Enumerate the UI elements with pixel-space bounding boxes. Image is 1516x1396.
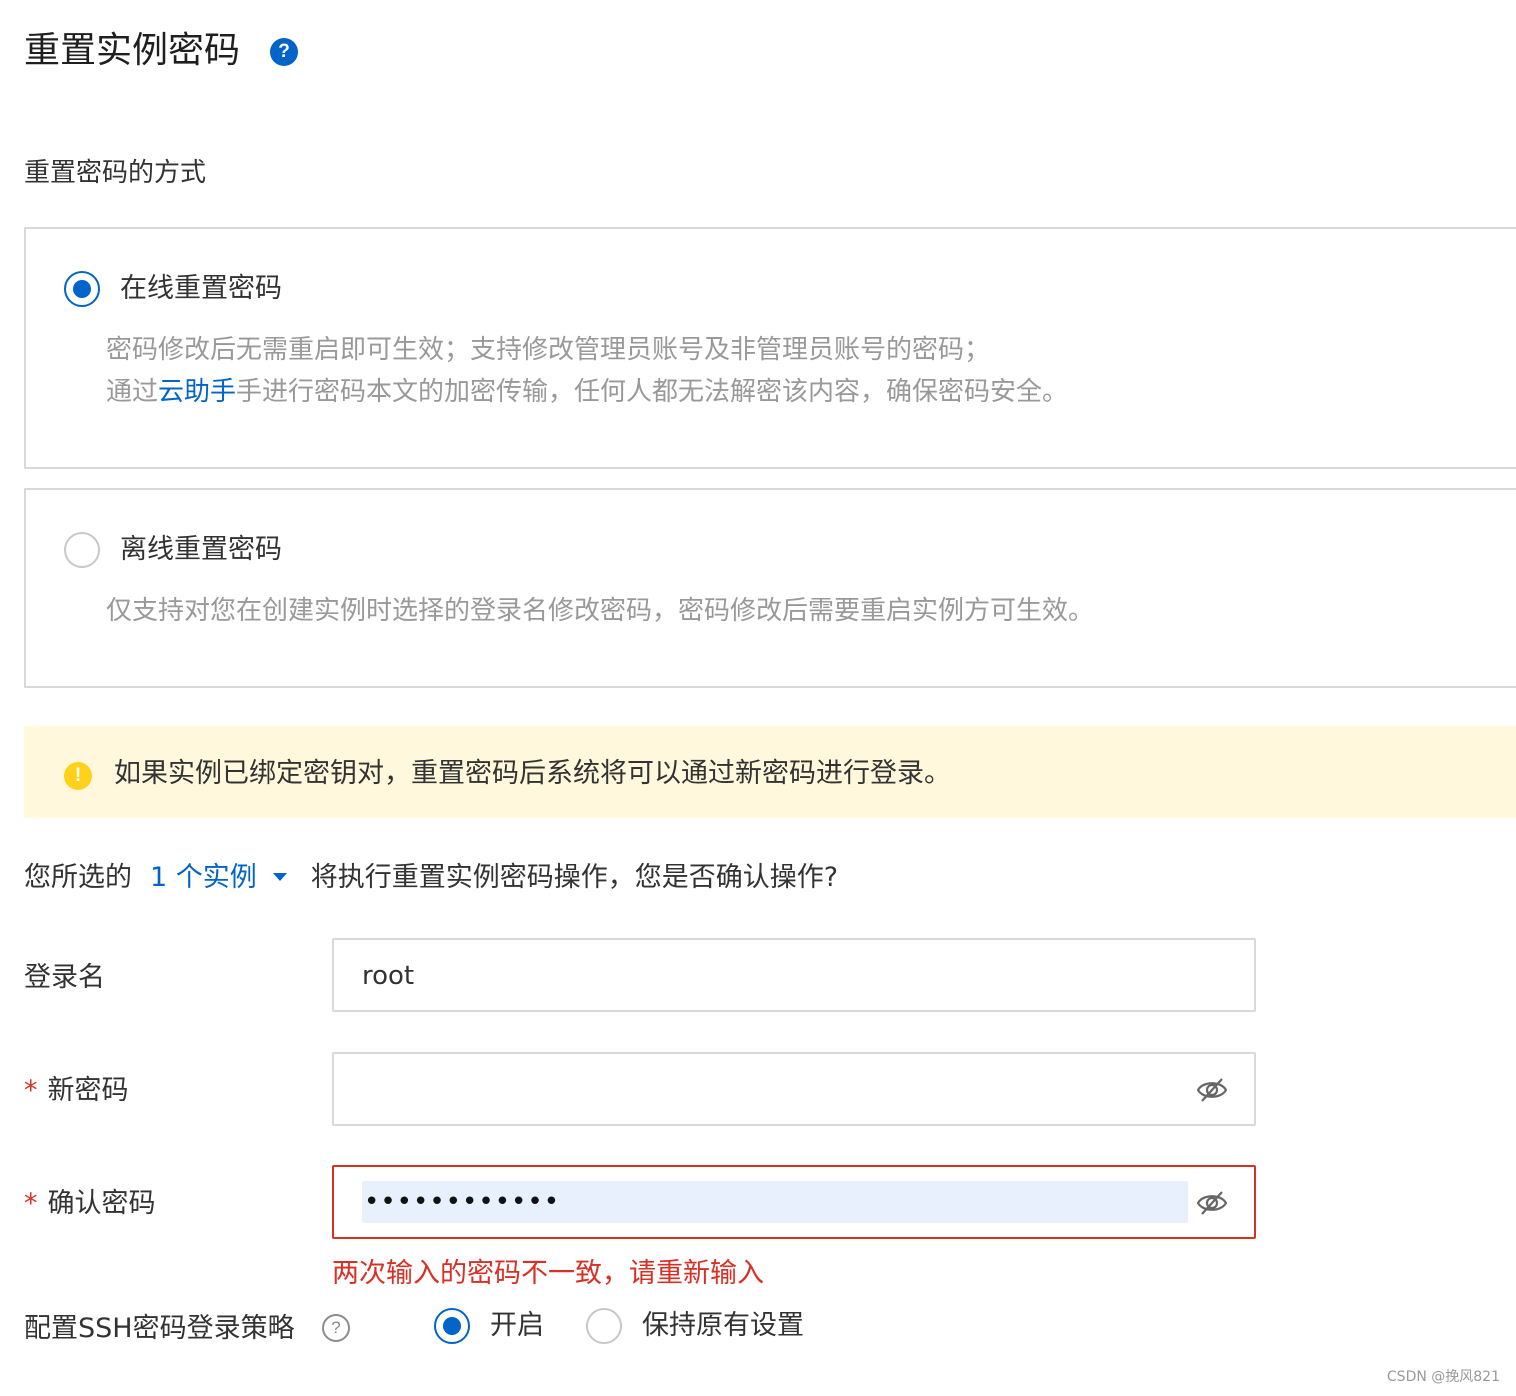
- online-reset-option-card[interactable]: 在线重置密码 密码修改后无需重启即可生效；支持修改管理员账号及非管理员账号的密码…: [24, 227, 1516, 469]
- warning-circle-icon: !: [64, 762, 92, 790]
- ssh-keep-radio[interactable]: [586, 1308, 622, 1344]
- reset-method-label: 重置密码的方式: [24, 158, 207, 188]
- offline-reset-label: 离线重置密码: [120, 534, 282, 565]
- confirm-suffix: 将执行重置实例密码操作，您是否确认操作?: [310, 862, 839, 893]
- eye-slash-icon[interactable]: [1196, 1076, 1228, 1104]
- offline-reset-option-card[interactable]: 离线重置密码 仅支持对您在创建实例时选择的登录名修改密码，密码修改后需要重启实例…: [24, 488, 1516, 688]
- desc-prefix: 通过: [106, 377, 159, 407]
- desc-suffix: 手进行密码本文的加密传输，任何人都无法解密该内容，确保密码安全。: [236, 377, 1069, 407]
- password-mismatch-error: 两次输入的密码不一致，请重新输入: [332, 1258, 764, 1289]
- page-title: 重置实例密码: [24, 30, 241, 71]
- notice-text: 如果实例已绑定密钥对，重置密码后系统将可以通过新密码进行登录。: [114, 758, 951, 789]
- warning-notice: ! 如果实例已绑定密钥对，重置密码后系统将可以通过新密码进行登录。: [24, 726, 1516, 818]
- offline-reset-desc: 仅支持对您在创建实例时选择的登录名修改密码，密码修改后需要重启实例方可生效。: [106, 596, 1095, 626]
- login-name-label: 登录名: [24, 962, 105, 993]
- login-name-input[interactable]: root: [332, 938, 1256, 1012]
- ssh-enable-option[interactable]: 开启: [434, 1306, 564, 1346]
- cloud-assistant-link[interactable]: 云助手: [158, 377, 236, 407]
- confirm-password-input[interactable]: ••••••••••••: [332, 1165, 1256, 1239]
- confirm-password-masked: ••••••••••••: [364, 1187, 561, 1217]
- autofill-highlight: ••••••••••••: [362, 1181, 1188, 1223]
- ssh-policy-label: 配置SSH密码登录策略: [24, 1313, 295, 1344]
- ssh-enable-radio[interactable]: [434, 1308, 470, 1344]
- confirm-password-label-text: 确认密码: [47, 1188, 156, 1219]
- watermark: CSDN @挽风821: [1386, 1369, 1500, 1385]
- help-icon[interactable]: ?: [270, 38, 298, 66]
- new-password-label-text: 新密码: [47, 1075, 129, 1106]
- confirm-prefix: 您所选的: [24, 862, 132, 893]
- new-password-label: * 新密码: [24, 1071, 129, 1111]
- offline-reset-radio[interactable]: [64, 532, 100, 568]
- online-reset-radio[interactable]: [64, 271, 100, 307]
- ssh-enable-label: 开启: [490, 1310, 544, 1341]
- eye-slash-icon[interactable]: [1196, 1189, 1228, 1217]
- question-circle-icon[interactable]: ?: [322, 1314, 350, 1342]
- required-mark: *: [24, 1075, 38, 1106]
- confirm-sentence: 您所选的 1 个实例 将执行重置实例密码操作，您是否确认操作?: [24, 858, 838, 898]
- instances-dropdown-link[interactable]: 1 个实例: [150, 862, 257, 893]
- online-reset-label: 在线重置密码: [120, 273, 282, 304]
- confirm-password-label: * 确认密码: [24, 1184, 156, 1224]
- ssh-keep-option[interactable]: 保持原有设置: [586, 1306, 826, 1346]
- online-reset-desc-line1: 密码修改后无需重启即可生效；支持修改管理员账号及非管理员账号的密码；: [106, 335, 991, 365]
- online-reset-desc-line2: 通过云助手手进行密码本文的加密传输，任何人都无法解密该内容，确保密码安全。: [106, 371, 1068, 413]
- required-mark: *: [24, 1188, 38, 1219]
- ssh-keep-label: 保持原有设置: [642, 1310, 804, 1341]
- new-password-input[interactable]: [332, 1052, 1256, 1126]
- login-name-value: root: [362, 961, 415, 991]
- caret-down-icon[interactable]: [272, 872, 287, 881]
